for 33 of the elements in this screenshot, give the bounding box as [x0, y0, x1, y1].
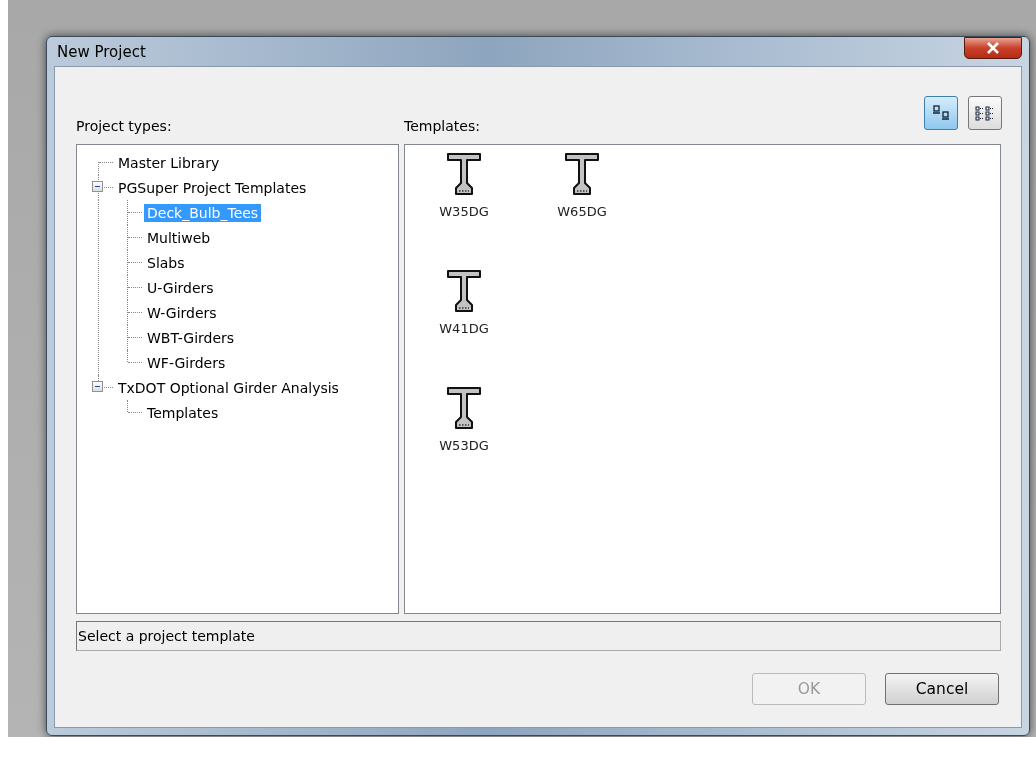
tree-item[interactable]: PGSuper Project Templates [115, 178, 310, 197]
template-item[interactable]: W65DG [553, 152, 611, 230]
tree-item[interactable]: Slabs [144, 253, 188, 272]
list-view-icon [974, 103, 996, 123]
dialog-button[interactable]: Cancel [885, 673, 999, 705]
collapse-toggle-icon[interactable] [92, 381, 103, 392]
list-view-button[interactable] [968, 96, 1002, 130]
close-icon [986, 41, 1000, 54]
collapse-toggle-icon[interactable] [92, 181, 103, 192]
tree-item[interactable]: Multiweb [144, 228, 214, 247]
tree-item[interactable]: Templates [144, 403, 222, 422]
tree-item[interactable]: W-Girders [144, 303, 220, 322]
status-field: Select a project template [76, 621, 1001, 651]
i-beam-icon [446, 152, 482, 198]
window-title: New Project [56, 42, 146, 61]
templates-list[interactable]: W35DG W41DG W53DG W65DG [404, 144, 1001, 614]
tree-item[interactable]: TxDOT Optional Girder Analysis [115, 378, 342, 397]
i-beam-icon [564, 152, 600, 198]
tree-item[interactable]: Master Library [115, 153, 223, 172]
tree-item[interactable]: U-Girders [144, 278, 217, 297]
large-icons-view-button[interactable] [924, 96, 958, 130]
project-types-label: Project types: [76, 118, 172, 136]
i-beam-icon [446, 386, 482, 432]
templates-label: Templates: [404, 118, 480, 136]
template-item[interactable]: W41DG [435, 269, 493, 347]
template-item[interactable]: W35DG [435, 152, 493, 230]
tree-item[interactable]: WBT-Girders [144, 328, 238, 347]
i-beam-icon [446, 269, 482, 315]
template-item[interactable]: W53DG [435, 386, 493, 464]
tree-item[interactable]: WF-Girders [144, 353, 229, 372]
close-button[interactable] [964, 36, 1022, 59]
project-types-tree[interactable]: Master Library PGSuper Project Templates Deck_Bulb_Tees Multiweb Slabs U-Girders W-Girders WBT-Girders WF-Girders TxDOT Optional Girder Analysis Templates [76, 144, 399, 614]
large-icons-view-icon [930, 103, 952, 123]
